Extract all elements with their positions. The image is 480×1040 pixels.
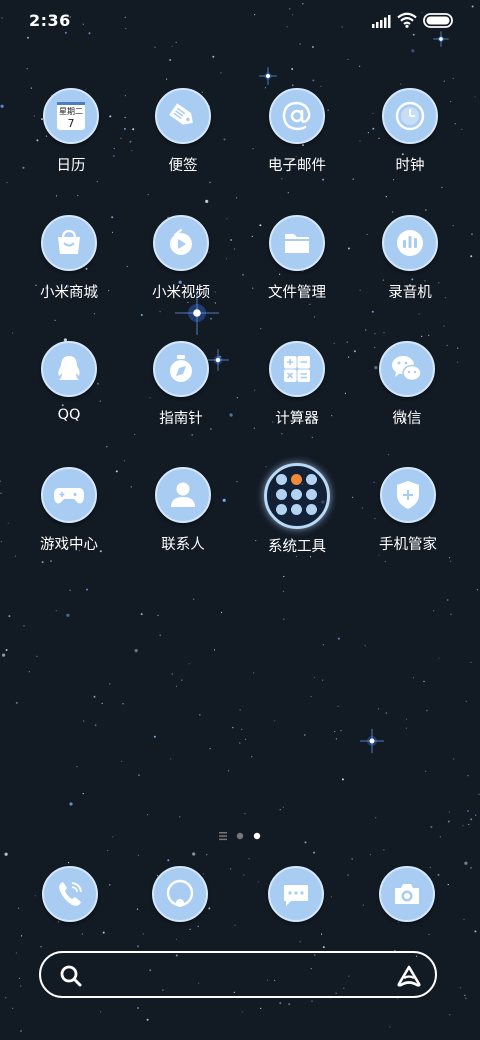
page-dot-active <box>253 832 261 840</box>
notes-icon <box>155 88 211 144</box>
dock-browser[interactable] <box>124 866 236 922</box>
app-clock[interactable]: 时钟 <box>354 88 466 175</box>
mini-app-icon <box>291 504 302 515</box>
clock-icon <box>382 88 438 144</box>
shopping-bag-icon <box>41 215 97 271</box>
mini-app-icon <box>306 504 317 515</box>
folder-icon <box>269 215 325 271</box>
calendar-day: 7 <box>68 117 75 130</box>
app-mi-store[interactable]: 小米商城 <box>13 215 125 302</box>
app-file-manager[interactable]: 文件管理 <box>241 215 353 302</box>
dock-messages[interactable] <box>240 866 352 922</box>
app-label: 联系人 <box>161 537 205 553</box>
folder-system-tools[interactable]: 系统工具 <box>241 463 353 556</box>
calendar-icon: 星期二 7 <box>43 88 99 144</box>
app-contacts[interactable]: 联系人 <box>127 467 239 554</box>
app-label: 录音机 <box>388 285 432 301</box>
folder-group-icon <box>264 463 330 529</box>
video-play-icon <box>153 215 209 271</box>
app-label: 手机管家 <box>379 537 437 553</box>
mini-app-icon <box>276 489 287 500</box>
app-wechat[interactable]: 微信 <box>351 341 463 428</box>
app-qq[interactable]: QQ <box>13 341 125 423</box>
app-mi-video[interactable]: 小米视频 <box>125 215 237 302</box>
dock-phone[interactable] <box>14 866 126 922</box>
calendar-weekday: 星期二 <box>59 107 83 116</box>
app-calendar[interactable]: 星期二 7 日历 <box>15 88 127 175</box>
page-indicator <box>219 832 261 841</box>
app-label: 计算器 <box>275 411 319 427</box>
status-time: 2:36 <box>29 11 71 30</box>
app-label: 电子邮件 <box>268 158 326 174</box>
app-game-center[interactable]: 游戏中心 <box>13 467 125 554</box>
dock-camera[interactable] <box>351 866 463 922</box>
messages-icon <box>268 866 324 922</box>
app-label: 日历 <box>56 158 86 174</box>
shield-icon <box>380 467 436 523</box>
recorder-icon <box>382 215 438 271</box>
app-label: QQ <box>57 407 81 423</box>
app-calculator[interactable]: 计算器 <box>241 341 353 428</box>
app-notes[interactable]: 便签 <box>127 88 239 175</box>
camera-icon <box>379 866 435 922</box>
app-recorder[interactable]: 录音机 <box>354 215 466 302</box>
app-label: 指南针 <box>159 411 203 427</box>
app-label: 游戏中心 <box>40 537 98 553</box>
contacts-icon <box>155 467 211 523</box>
voice-assistant-icon[interactable] <box>395 964 423 988</box>
wifi-icon <box>397 12 417 28</box>
mini-app-icon <box>306 474 317 485</box>
mini-app-icon <box>291 474 302 485</box>
calculator-icon <box>269 341 325 397</box>
cellular-signal-icon <box>372 15 391 28</box>
qq-penguin-icon <box>41 341 97 397</box>
app-label: 时钟 <box>395 158 425 174</box>
app-email[interactable]: 电子邮件 <box>241 88 353 175</box>
email-icon <box>269 88 325 144</box>
app-label: 小米视频 <box>152 285 210 301</box>
browser-icon <box>152 866 208 922</box>
app-label: 文件管理 <box>268 285 326 301</box>
app-label: 小米商城 <box>40 285 98 301</box>
app-compass[interactable]: 指南针 <box>125 341 237 428</box>
compass-icon <box>153 341 209 397</box>
search-icon[interactable] <box>59 964 83 988</box>
app-security[interactable]: 手机管家 <box>352 467 464 554</box>
mini-app-icon <box>291 489 302 500</box>
search-bar[interactable] <box>39 951 437 998</box>
status-bar: 2:36 <box>0 0 480 44</box>
mini-app-icon <box>276 474 287 485</box>
mini-app-icon <box>276 504 287 515</box>
page-dot <box>236 832 244 840</box>
phone-icon <box>42 866 98 922</box>
app-label: 便签 <box>168 158 198 174</box>
wechat-icon <box>379 341 435 397</box>
page-list-icon <box>219 832 227 841</box>
app-label: 微信 <box>392 411 422 427</box>
gamepad-icon <box>41 467 97 523</box>
mini-app-icon <box>306 489 317 500</box>
app-label: 系统工具 <box>268 539 326 555</box>
battery-icon <box>423 13 453 28</box>
